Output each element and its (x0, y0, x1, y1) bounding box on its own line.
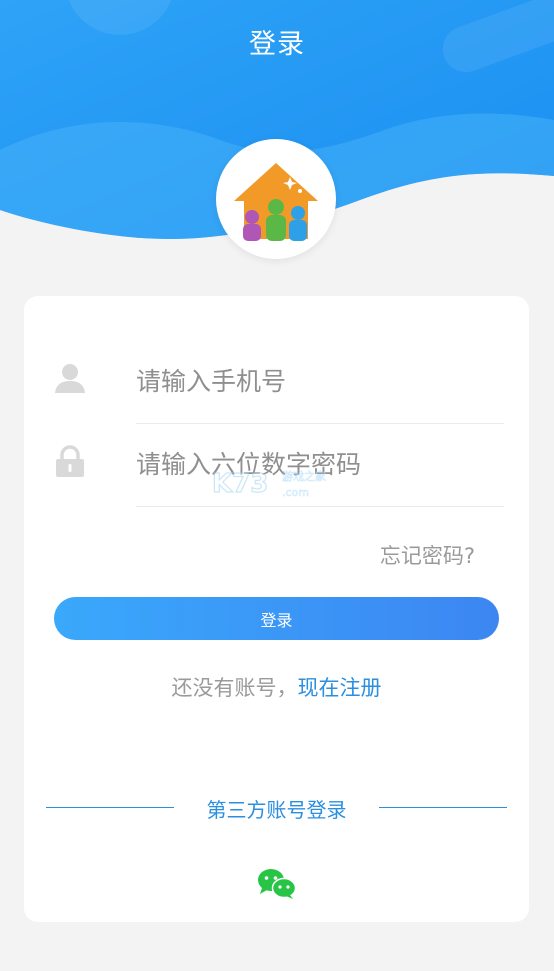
register-prompt: 还没有账号， (171, 676, 298, 700)
wechat-icon[interactable] (257, 868, 297, 904)
lock-icon (54, 445, 86, 481)
register-link[interactable]: 现在注册 (298, 676, 382, 700)
watermark-main: K73 (212, 469, 268, 499)
k73-watermark: K73 游戏之家 .com (212, 468, 326, 499)
page-title: 登录 (249, 29, 305, 60)
watermark-sub: 游戏之家 (282, 469, 326, 483)
phone-input[interactable]: 请输入手机号 (136, 362, 286, 398)
forgot-password-link[interactable]: 忘记密码? (380, 540, 475, 570)
house-family-logo-icon (234, 163, 318, 241)
login-card: 请输入手机号 请输入六位数字密码 忘记密码? 登录 还没有账号，现在注册 第三方… (24, 296, 529, 922)
password-divider (136, 506, 504, 507)
login-button[interactable]: 登录 (54, 597, 499, 640)
phone-field[interactable]: 请输入手机号 (52, 334, 504, 424)
user-icon (54, 362, 86, 398)
watermark-domain: .com (282, 486, 309, 499)
third-party-divider: 第三方账号登录 (46, 794, 507, 822)
app-logo (216, 139, 336, 259)
divider-line-right (379, 807, 507, 808)
register-row: 还没有账号，现在注册 (24, 672, 529, 702)
third-party-label: 第三方账号登录 (206, 798, 347, 822)
